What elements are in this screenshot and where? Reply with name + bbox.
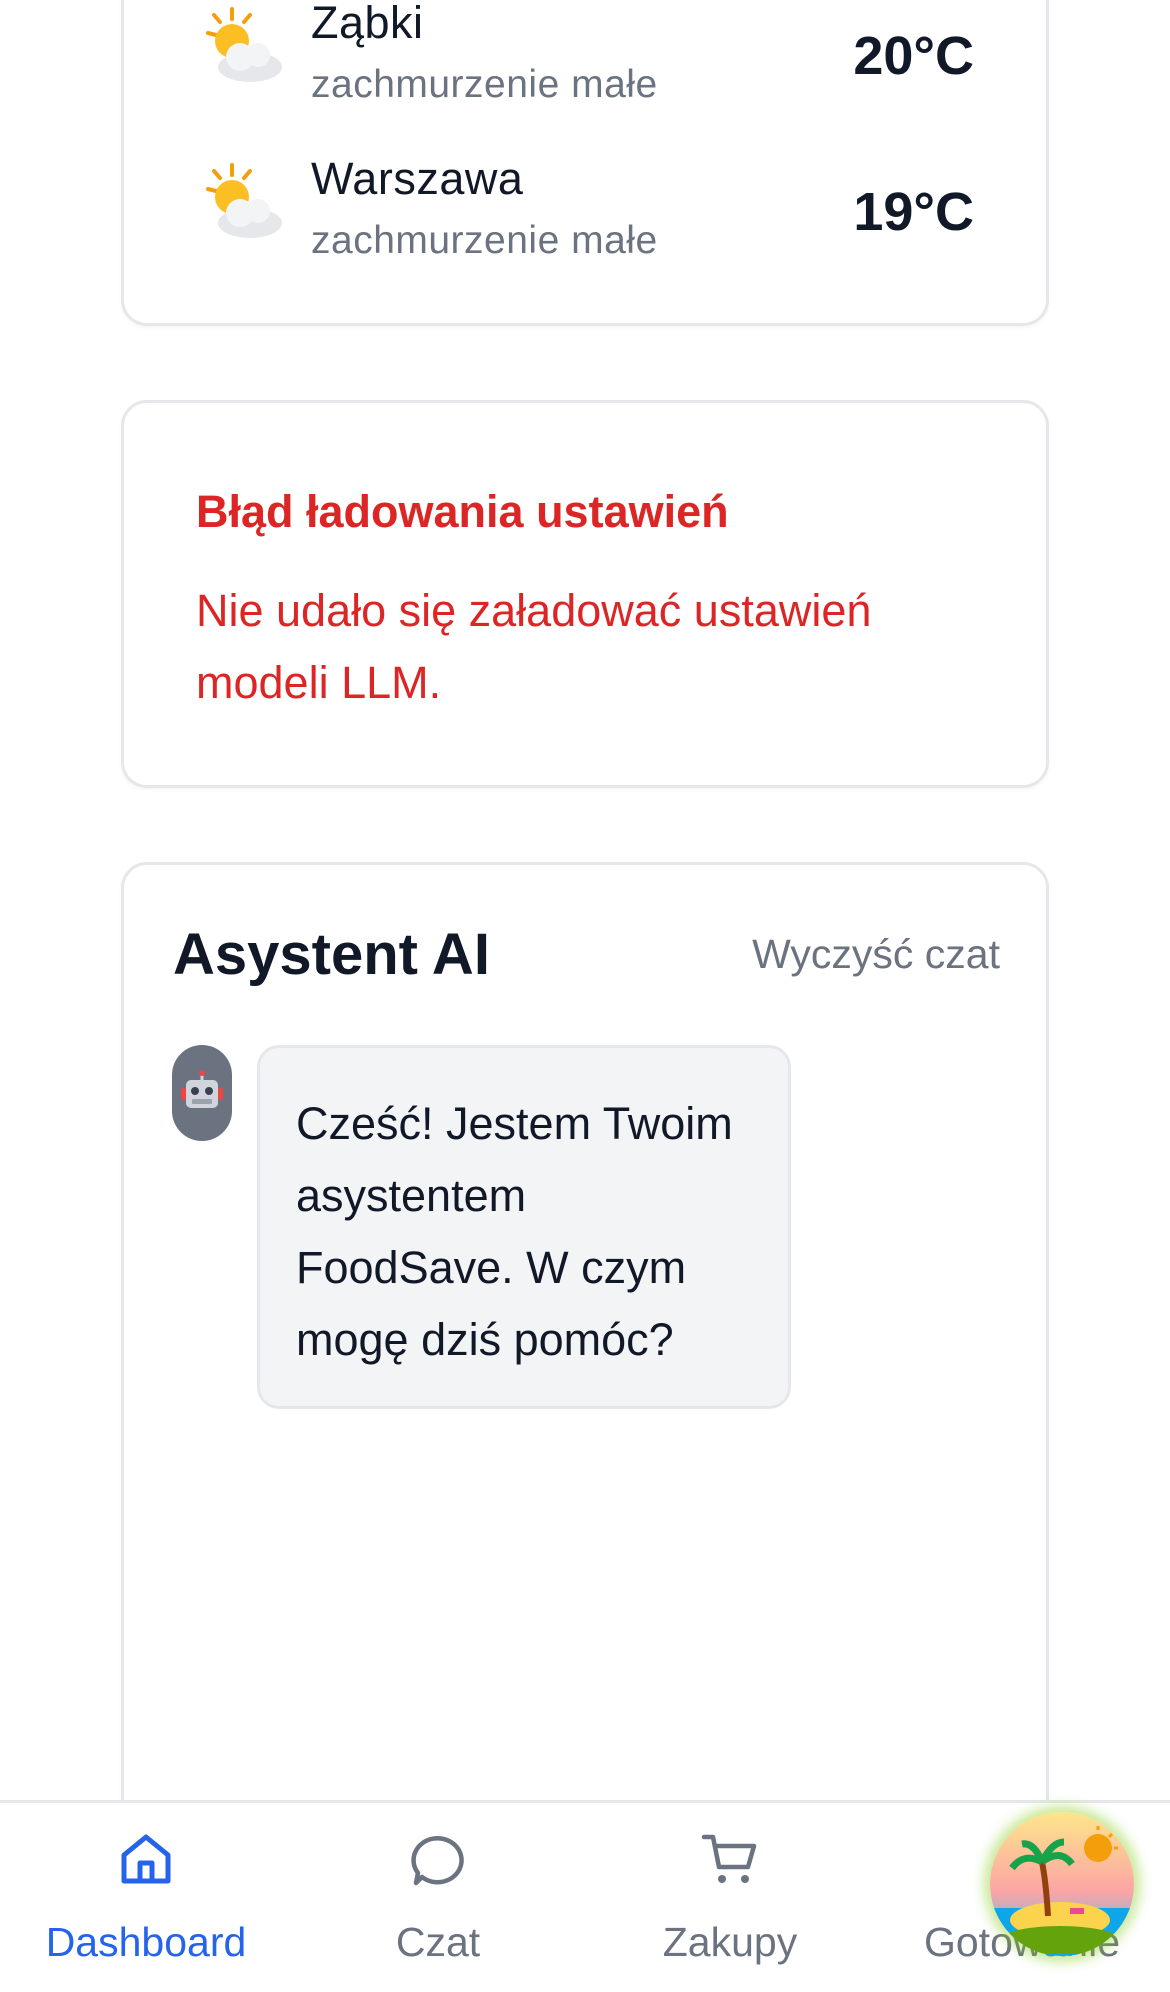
nav-item-dashboard[interactable]: Dashboard bbox=[0, 1803, 292, 1992]
weather-city: Ząbki bbox=[311, 0, 424, 48]
nav-label: Czat bbox=[395, 1919, 481, 1965]
weather-temperature: 20°C bbox=[853, 26, 974, 86]
nav-item-shopping[interactable]: Zakupy bbox=[584, 1803, 876, 1992]
shopping-cart-icon bbox=[701, 1834, 757, 1883]
weather-row: Ząbki zachmurzenie małe 20°C bbox=[124, 0, 1046, 147]
chat-title: Asystent AI bbox=[173, 922, 490, 987]
clear-chat-button[interactable]: Wyczyść czat bbox=[752, 931, 1000, 978]
chat-bubble-icon bbox=[411, 1836, 464, 1886]
nav-label: Zakupy bbox=[662, 1919, 798, 1965]
llm-settings-error-card: Błąd ładowania ustawień Nie udało się za… bbox=[121, 400, 1049, 788]
floating-action-button[interactable] bbox=[990, 1812, 1134, 1956]
assistant-message-bubble: Cześć! Jestem Twoim asystentem FoodSave.… bbox=[257, 1045, 791, 1409]
home-icon bbox=[121, 1834, 171, 1884]
sun-behind-cloud-icon bbox=[206, 163, 282, 238]
island-beach-icon bbox=[990, 1812, 1134, 1956]
robot-icon bbox=[181, 1070, 223, 1108]
weather-row: Warszawa zachmurzenie małe 19°C bbox=[124, 153, 1046, 303]
weather-description: zachmurzenie małe bbox=[311, 63, 658, 106]
weather-description: zachmurzenie małe bbox=[311, 219, 658, 262]
weather-card: Ząbki zachmurzenie małe 20°C Warszawa za… bbox=[121, 0, 1049, 326]
bot-avatar bbox=[172, 1045, 232, 1141]
weather-temperature: 19°C bbox=[853, 182, 974, 242]
page: Ząbki zachmurzenie małe 20°C Warszawa za… bbox=[0, 0, 1170, 1992]
weather-city: Warszawa bbox=[311, 153, 524, 204]
error-title: Błąd ładowania ustawień bbox=[196, 486, 729, 537]
sun-behind-cloud-icon bbox=[206, 7, 282, 82]
nav-label: Dashboard bbox=[45, 1919, 247, 1965]
error-message: Nie udało się załadować ustawień modeli … bbox=[196, 585, 872, 708]
nav-item-chat[interactable]: Czat bbox=[292, 1803, 584, 1992]
